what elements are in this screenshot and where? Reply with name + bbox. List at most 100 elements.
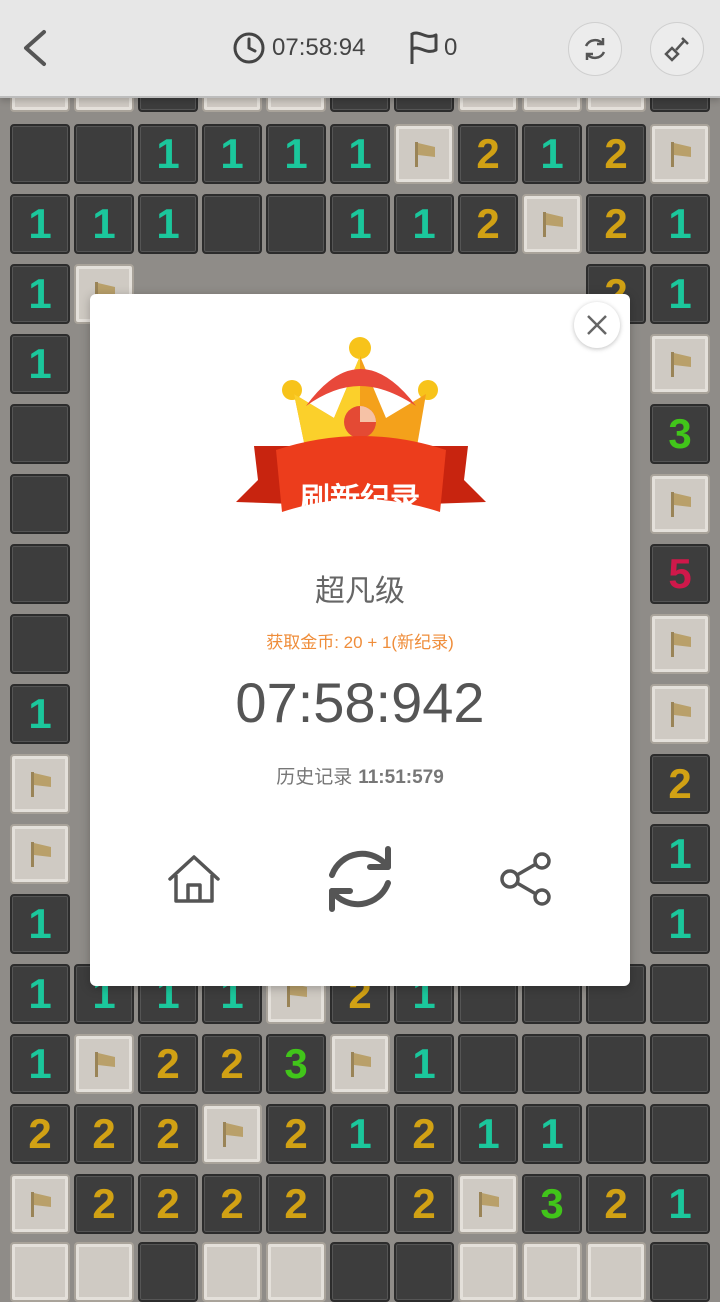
board-cell-empty[interactable] bbox=[650, 1034, 710, 1094]
board-cell-number[interactable]: 2 bbox=[202, 1174, 262, 1234]
board-cell-empty[interactable] bbox=[586, 1034, 646, 1094]
board-cell-empty[interactable] bbox=[74, 124, 134, 184]
board-cell-partial[interactable] bbox=[10, 1242, 70, 1302]
board-cell-partial[interactable] bbox=[458, 1242, 518, 1302]
board-cell-number[interactable]: 2 bbox=[10, 1104, 70, 1164]
board-cell-flagged[interactable] bbox=[330, 1034, 390, 1094]
board-cell-number[interactable]: 1 bbox=[522, 1104, 582, 1164]
board-cell-number[interactable]: 3 bbox=[266, 1034, 326, 1094]
board-cell-number[interactable]: 1 bbox=[522, 124, 582, 184]
board-cell-partial[interactable] bbox=[586, 1242, 646, 1302]
board-cell-number[interactable]: 1 bbox=[458, 1104, 518, 1164]
board-cell-empty[interactable] bbox=[458, 1034, 518, 1094]
board-cell-empty[interactable] bbox=[586, 1104, 646, 1164]
board-cell-flagged[interactable] bbox=[458, 1174, 518, 1234]
board-cell-number[interactable]: 1 bbox=[650, 894, 710, 954]
board-cell-number[interactable]: 1 bbox=[10, 964, 70, 1024]
board-cell-number[interactable]: 3 bbox=[650, 404, 710, 464]
board-cell-number[interactable]: 2 bbox=[394, 1104, 454, 1164]
flag-icon bbox=[671, 702, 691, 727]
board-cell-number[interactable]: 1 bbox=[330, 124, 390, 184]
board-cell-empty[interactable] bbox=[650, 964, 710, 1024]
board-cell-flagged[interactable] bbox=[394, 124, 454, 184]
board-cell-number[interactable]: 2 bbox=[202, 1034, 262, 1094]
board-cell-number[interactable]: 2 bbox=[74, 1104, 134, 1164]
board-cell-number[interactable]: 1 bbox=[74, 194, 134, 254]
board-cell-flagged[interactable] bbox=[10, 1174, 70, 1234]
board-cell-number[interactable]: 2 bbox=[266, 1174, 326, 1234]
board-cell-number[interactable]: 1 bbox=[10, 684, 70, 744]
board-cell-number[interactable]: 1 bbox=[394, 194, 454, 254]
board-cell-number[interactable]: 1 bbox=[10, 194, 70, 254]
board-cell-flagged[interactable] bbox=[74, 1034, 134, 1094]
board-cell-number[interactable]: 3 bbox=[522, 1174, 582, 1234]
board-cell-flagged[interactable] bbox=[650, 124, 710, 184]
history-value: 11:51:579 bbox=[358, 767, 444, 788]
board-cell-flagged[interactable] bbox=[522, 194, 582, 254]
board-cell-number[interactable]: 2 bbox=[266, 1104, 326, 1164]
board-cell-partial[interactable] bbox=[650, 1242, 710, 1302]
flag-icon bbox=[479, 1192, 499, 1217]
board-cell-number[interactable]: 5 bbox=[650, 544, 710, 604]
board-cell-empty[interactable] bbox=[650, 1104, 710, 1164]
board-cell-number[interactable]: 1 bbox=[10, 894, 70, 954]
board-cell-number[interactable]: 2 bbox=[138, 1034, 198, 1094]
board-cell-partial[interactable] bbox=[138, 1242, 198, 1302]
board-cell-empty[interactable] bbox=[522, 1034, 582, 1094]
share-button[interactable] bbox=[486, 834, 566, 924]
board-cell-number[interactable]: 1 bbox=[10, 1034, 70, 1094]
restart-button[interactable] bbox=[314, 834, 406, 924]
board-cell-number[interactable]: 2 bbox=[586, 1174, 646, 1234]
board-cell-number[interactable]: 1 bbox=[650, 1174, 710, 1234]
board-cell-flagged[interactable] bbox=[650, 614, 710, 674]
board-cell-empty[interactable] bbox=[10, 544, 70, 604]
home-button[interactable] bbox=[154, 834, 234, 924]
board-cell-number[interactable]: 2 bbox=[74, 1174, 134, 1234]
board-cell-empty[interactable] bbox=[202, 194, 262, 254]
board-cell-number[interactable]: 1 bbox=[266, 124, 326, 184]
board-cell-number[interactable]: 2 bbox=[138, 1104, 198, 1164]
coins-reward: 获取金币: 20 + 1(新纪录) bbox=[266, 633, 454, 652]
board-cell-number[interactable]: 1 bbox=[138, 194, 198, 254]
board-cell-partial[interactable] bbox=[330, 1242, 390, 1302]
board-cell-empty[interactable] bbox=[266, 194, 326, 254]
board-cell-partial[interactable] bbox=[74, 1242, 134, 1302]
shovel-button[interactable] bbox=[650, 22, 704, 76]
board-cell-flagged[interactable] bbox=[650, 684, 710, 744]
board-cell-number[interactable]: 2 bbox=[650, 754, 710, 814]
board-cell-number[interactable]: 1 bbox=[650, 194, 710, 254]
board-cell-empty[interactable] bbox=[10, 474, 70, 534]
board-cell-empty[interactable] bbox=[10, 404, 70, 464]
board-cell-number[interactable]: 2 bbox=[138, 1174, 198, 1234]
back-arrow-icon[interactable] bbox=[14, 24, 58, 72]
board-cell-number[interactable]: 1 bbox=[330, 194, 390, 254]
record-time: 07:58:942 bbox=[235, 671, 485, 734]
board-cell-number[interactable]: 2 bbox=[586, 124, 646, 184]
board-cell-partial[interactable] bbox=[202, 1242, 262, 1302]
board-cell-number[interactable]: 2 bbox=[458, 124, 518, 184]
board-cell-flagged[interactable] bbox=[10, 824, 70, 884]
board-cell-empty[interactable] bbox=[10, 124, 70, 184]
board-cell-flagged[interactable] bbox=[650, 334, 710, 394]
board-cell-number[interactable]: 1 bbox=[650, 264, 710, 324]
board-cell-empty[interactable] bbox=[330, 1174, 390, 1234]
refresh-button[interactable] bbox=[568, 22, 622, 76]
board-cell-number[interactable]: 1 bbox=[10, 264, 70, 324]
board-cell-number[interactable]: 1 bbox=[330, 1104, 390, 1164]
board-cell-number[interactable]: 1 bbox=[394, 1034, 454, 1094]
board-cell-empty[interactable] bbox=[10, 614, 70, 674]
board-cell-number[interactable]: 2 bbox=[586, 194, 646, 254]
board-cell-flagged[interactable] bbox=[10, 754, 70, 814]
board-cell-partial[interactable] bbox=[394, 1242, 454, 1302]
board-cell-partial[interactable] bbox=[522, 1242, 582, 1302]
close-button[interactable] bbox=[574, 302, 620, 348]
board-cell-number[interactable]: 1 bbox=[202, 124, 262, 184]
board-cell-flagged[interactable] bbox=[202, 1104, 262, 1164]
board-cell-number[interactable]: 1 bbox=[138, 124, 198, 184]
board-cell-flagged[interactable] bbox=[650, 474, 710, 534]
board-cell-number[interactable]: 1 bbox=[10, 334, 70, 394]
board-cell-number[interactable]: 2 bbox=[394, 1174, 454, 1234]
board-cell-number[interactable]: 1 bbox=[650, 824, 710, 884]
board-cell-partial[interactable] bbox=[266, 1242, 326, 1302]
board-cell-number[interactable]: 2 bbox=[458, 194, 518, 254]
